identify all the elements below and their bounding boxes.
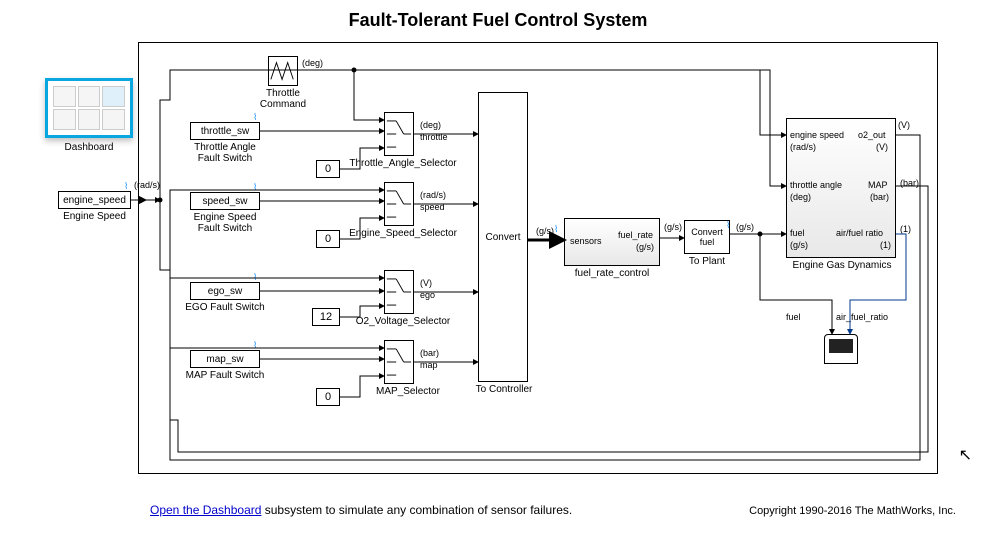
- scope-in1-label: fuel: [786, 312, 801, 322]
- wifi-icon: ⌇: [253, 272, 263, 282]
- throttle-sw-label: Throttle AngleFault Switch: [185, 142, 265, 164]
- throttle-command-label: ThrottleCommand: [252, 88, 314, 110]
- engine-speed-block[interactable]: engine_speed: [58, 191, 131, 209]
- const-ego[interactable]: 12: [312, 308, 340, 326]
- wifi-icon: ⌇: [726, 220, 736, 230]
- wifi-icon: ⌇: [124, 181, 134, 191]
- engine-speed-unit: (rad/s): [134, 180, 160, 190]
- to-controller-block[interactable]: Convert: [478, 92, 528, 382]
- engine-speed-text: engine_speed: [63, 195, 126, 206]
- page-title: Fault-Tolerant Fuel Control System: [0, 10, 996, 31]
- map-selector[interactable]: [384, 340, 414, 384]
- wifi-icon: ⌇: [253, 112, 263, 122]
- to-controller-label: To Controller: [468, 384, 540, 395]
- throttle-selector-label: Throttle_Angle_Selector: [338, 158, 468, 169]
- ego-sw-label: EGO Fault Switch: [180, 302, 270, 313]
- footer-copyright: Copyright 1990-2016 The MathWorks, Inc.: [749, 505, 956, 517]
- open-dashboard-link[interactable]: Open the Dashboard: [150, 503, 261, 517]
- speed-sw-block[interactable]: speed_sw: [190, 192, 260, 210]
- wifi-icon: ⌇: [554, 224, 564, 234]
- wifi-icon: ⌇: [253, 182, 263, 192]
- map-sw-label: MAP Fault Switch: [180, 370, 270, 381]
- to-plant-label: To Plant: [676, 256, 738, 267]
- cursor-icon: ↖: [959, 445, 972, 465]
- const-map[interactable]: 0: [316, 388, 340, 406]
- ego-selector-label: O2_Voltage_Selector: [338, 316, 468, 327]
- engine-dynamics-label: Engine Gas Dynamics: [782, 260, 902, 271]
- to-plant-block[interactable]: Convert fuel: [684, 220, 730, 254]
- const-speed[interactable]: 0: [316, 230, 340, 248]
- throttle-command-unit: (deg): [302, 58, 323, 68]
- map-sw-block[interactable]: map_sw: [190, 350, 260, 368]
- const-throttle[interactable]: 0: [316, 160, 340, 178]
- speed-selector-label: Engine_Speed_Selector: [338, 228, 468, 239]
- ego-sw-block[interactable]: ego_sw: [190, 282, 260, 300]
- throttle-selector[interactable]: [384, 112, 414, 156]
- scope-in2-label: air_fuel_ratio: [836, 312, 888, 322]
- wifi-icon: ⌇: [253, 340, 263, 350]
- engine-speed-label: Engine Speed: [58, 211, 131, 222]
- fuel-rate-label: fuel_rate_control: [560, 268, 664, 279]
- dashboard-block[interactable]: [45, 78, 133, 138]
- dashboard-label: Dashboard: [45, 142, 133, 153]
- ego-selector[interactable]: [384, 270, 414, 314]
- speed-selector[interactable]: [384, 182, 414, 226]
- map-selector-label: MAP_Selector: [348, 386, 468, 397]
- footer-text: Open the Dashboard subsystem to simulate…: [150, 503, 572, 517]
- throttle-sw-block[interactable]: throttle_sw: [190, 122, 260, 140]
- speed-sw-label: Engine SpeedFault Switch: [185, 212, 265, 234]
- scope-block[interactable]: [824, 334, 858, 364]
- throttle-command-block[interactable]: [268, 56, 298, 86]
